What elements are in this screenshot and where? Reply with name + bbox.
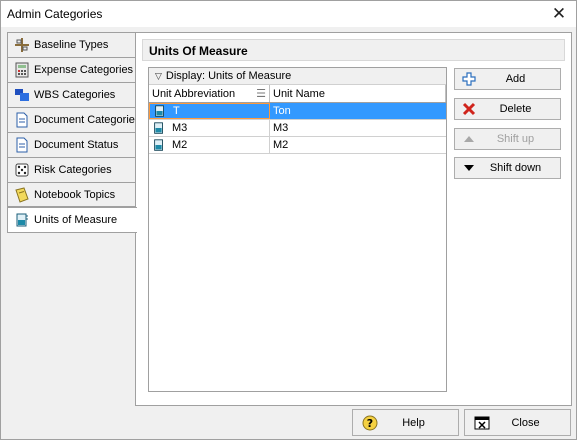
baseline-icon	[15, 38, 29, 52]
tab-expense-categories[interactable]: Expense Categories	[7, 57, 137, 82]
column-header-unit-name[interactable]: Unit Name	[270, 85, 446, 102]
wbs-icon	[15, 89, 29, 101]
cell-unit-abbreviation[interactable]: M3	[149, 120, 270, 136]
help-icon: ?	[357, 415, 383, 431]
panel-title: Units Of Measure	[142, 39, 565, 61]
cell-unit-abbreviation[interactable]: M2	[149, 137, 270, 153]
triangle-down-icon	[459, 163, 479, 173]
calculator-icon	[15, 62, 29, 78]
cell-unit-name[interactable]: M3	[270, 120, 446, 136]
tab-baseline-types[interactable]: Baseline Types	[7, 32, 137, 57]
notebook-icon	[15, 186, 29, 203]
title-bar: Admin Categories ✕	[1, 1, 576, 27]
tab-label: Document Status	[34, 139, 119, 151]
document-icon	[16, 112, 28, 128]
close-window-icon	[469, 416, 495, 430]
beaker-icon	[154, 139, 163, 151]
cell-unit-name[interactable]: M2	[270, 137, 446, 153]
plus-icon	[459, 72, 479, 86]
column-menu-icon[interactable]: ☰	[256, 87, 266, 100]
window-close-icon[interactable]: ✕	[548, 3, 570, 25]
svg-text:?: ?	[367, 417, 373, 430]
chevron-down-icon: ▽	[155, 70, 162, 81]
tab-label: Notebook Topics	[34, 188, 116, 201]
column-header-unit-abbreviation[interactable]: Unit Abbreviation ☰	[149, 85, 270, 102]
column-headers: Unit Abbreviation ☰ Unit Name	[149, 85, 446, 103]
close-button[interactable]: Close	[464, 409, 571, 436]
units-of-measure-panel: Units Of Measure ▽ Display: Units of Mea…	[135, 32, 572, 406]
display-label: Display: Units of Measure	[165, 70, 292, 82]
document-icon	[16, 137, 28, 153]
tab-wbs-categories[interactable]: WBS Categories	[7, 82, 137, 107]
cell-unit-name[interactable]: Ton	[270, 103, 446, 119]
tab-document-status[interactable]: Document Status	[7, 132, 137, 157]
beaker-icon	[16, 213, 28, 227]
tab-label: Document Categories	[34, 114, 137, 126]
beaker-icon	[155, 105, 164, 117]
tab-risk-categories[interactable]: Risk Categories	[7, 157, 137, 182]
units-grid: ▽ Display: Units of Measure Unit Abbrevi…	[148, 67, 447, 392]
table-row[interactable]: T Ton	[149, 103, 446, 120]
delete-x-icon	[459, 102, 479, 116]
tab-label: Expense Categories	[34, 64, 134, 76]
add-button[interactable]: Add	[454, 68, 561, 90]
triangle-up-icon	[459, 134, 479, 144]
shift-down-button[interactable]: Shift down	[454, 157, 561, 179]
window-title: Admin Categories	[7, 7, 103, 21]
tab-units-of-measure[interactable]: Units of Measure	[7, 207, 137, 233]
table-row[interactable]: M3 M3	[149, 120, 446, 137]
shift-up-button[interactable]: Shift up	[454, 128, 561, 150]
category-tabs: Baseline Types Expense Categories WBS Ca…	[7, 32, 137, 233]
cell-unit-abbreviation[interactable]: T	[149, 103, 270, 119]
help-button[interactable]: ? Help	[352, 409, 459, 436]
display-filter[interactable]: ▽ Display: Units of Measure	[149, 68, 446, 85]
tab-notebook-topics[interactable]: Notebook Topics	[7, 182, 137, 207]
tab-document-categories[interactable]: Document Categories	[7, 107, 137, 132]
tab-label: Risk Categories	[34, 164, 112, 176]
dice-icon	[15, 163, 29, 177]
beaker-icon	[154, 122, 163, 134]
delete-button[interactable]: Delete	[454, 98, 561, 120]
admin-categories-window: Admin Categories ✕ Baseline Types Expens…	[0, 0, 577, 440]
tab-label: WBS Categories	[34, 89, 116, 101]
tab-label: Units of Measure	[34, 214, 118, 226]
tab-label: Baseline Types	[34, 39, 109, 51]
table-row[interactable]: M2 M2	[149, 137, 446, 154]
